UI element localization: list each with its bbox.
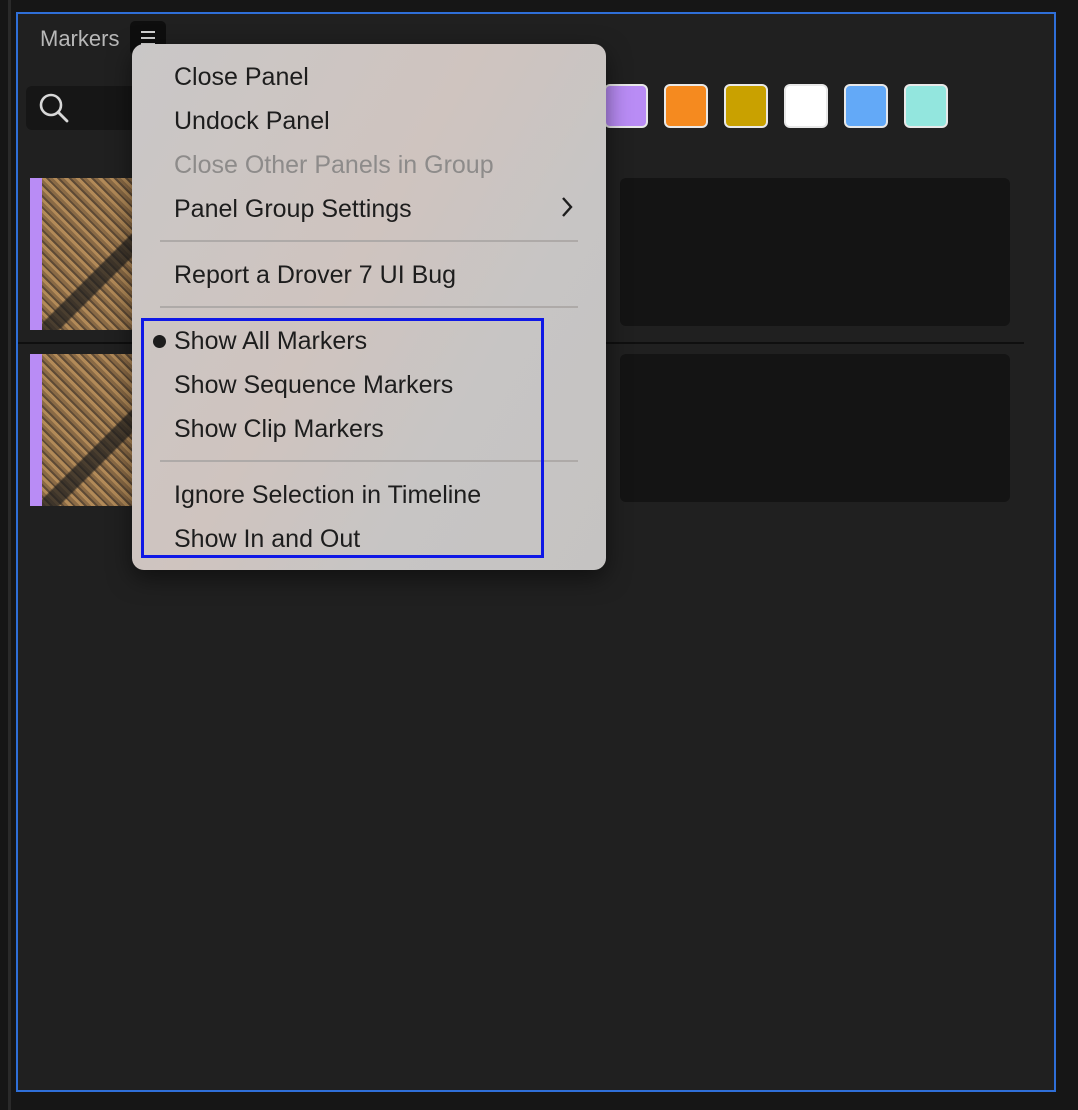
color-filter-swatches [604, 84, 948, 128]
marker-color-stripe [30, 178, 42, 330]
swatch-purple[interactable] [604, 84, 648, 128]
window-edge [8, 0, 11, 1110]
menu-item-close-panel[interactable]: Close Panel [174, 62, 309, 92]
search-icon [39, 93, 69, 123]
swatch-white[interactable] [784, 84, 828, 128]
hamburger-icon [141, 31, 155, 33]
chevron-right-icon [560, 194, 574, 224]
swatch-blue[interactable] [844, 84, 888, 128]
hamburger-icon-line [141, 37, 155, 39]
marker-comment-field[interactable] [620, 354, 1010, 502]
panel-title: Markers [40, 26, 120, 51]
menu-item-report-bug[interactable]: Report a Drover 7 UI Bug [174, 260, 456, 290]
menu-separator [160, 240, 578, 242]
marker-color-stripe [30, 354, 42, 506]
marker-comment-field[interactable] [620, 178, 1010, 326]
menu-separator [160, 306, 578, 308]
menu-item-panel-group-settings[interactable]: Panel Group Settings [174, 194, 412, 224]
menu-item-undock-panel[interactable]: Undock Panel [174, 106, 330, 136]
swatch-cyan[interactable] [904, 84, 948, 128]
swatch-orange[interactable] [664, 84, 708, 128]
swatch-yellow[interactable] [724, 84, 768, 128]
menu-item-close-other-panels: Close Other Panels in Group [174, 151, 494, 179]
annotation-highlight-box [141, 318, 544, 558]
